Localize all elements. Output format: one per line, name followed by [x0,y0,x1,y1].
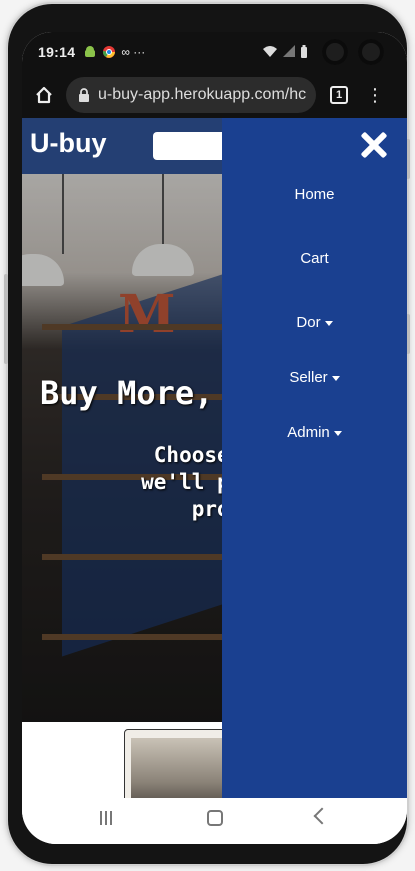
status-bar: 19:14 ∞ ··· [22,32,407,72]
status-misc-text: ∞ ··· [121,45,146,59]
wifi-icon [263,46,277,57]
caret-down-icon [331,375,340,381]
camera-icon [322,39,348,65]
status-system-icons [262,44,308,58]
screen: 19:14 ∞ ··· u-buy-app.herokuapp.com/hc 1… [22,32,407,844]
sidenav-item-label: Dor [296,314,321,331]
sidenav-item-label: Home [294,186,335,203]
back-icon[interactable] [313,807,331,825]
browser-menu-icon[interactable]: ⋮ [366,86,384,104]
chrome-icon [103,46,116,58]
close-icon[interactable] [359,130,389,160]
lock-icon [79,88,89,102]
url-bar[interactable]: u-buy-app.herokuapp.com/hc [66,77,316,113]
battery-icon [301,44,307,58]
side-button [4,274,8,364]
signal-icon [283,45,295,57]
sidenav-item-user-dropdown[interactable]: Dor [222,314,407,331]
caret-down-icon [333,430,342,436]
status-time: 19:14 [38,44,76,60]
tab-switcher-button[interactable]: 1 [330,86,348,104]
browser-toolbar: u-buy-app.herokuapp.com/hc 1 ⋮ [22,72,407,118]
browser-home-button[interactable] [22,72,66,118]
sidenav-item-home[interactable]: Home [222,186,407,203]
sidenav-item-label: Admin [287,424,330,441]
recents-icon[interactable] [98,810,114,826]
sidenav-item-seller-dropdown[interactable]: Seller [222,369,407,386]
sidenav-item-label: Seller [289,369,328,386]
hero-title: Buy More, [40,374,214,412]
side-navigation: Home Cart Dor Seller Admin [222,118,407,798]
sidenav-item-admin-dropdown[interactable]: Admin [222,424,407,441]
home-icon [36,86,52,104]
android-icon [85,46,96,57]
sidenav-item-label: Cart [300,250,329,267]
camera-icon [358,39,384,65]
status-app-icons: ∞ ··· [83,45,145,59]
caret-down-icon [324,320,333,326]
web-page: U-buy M Buy More, Choose you we'll provi… [22,118,407,798]
system-navigation-bar [22,798,407,844]
sidenav-item-cart[interactable]: Cart [222,250,407,267]
site-brand[interactable]: U-buy [30,128,107,159]
url-text: u-buy-app.herokuapp.com/hc [98,86,307,103]
phone-frame: 19:14 ∞ ··· u-buy-app.herokuapp.com/hc 1… [4,4,410,864]
system-home-icon[interactable] [207,810,223,826]
